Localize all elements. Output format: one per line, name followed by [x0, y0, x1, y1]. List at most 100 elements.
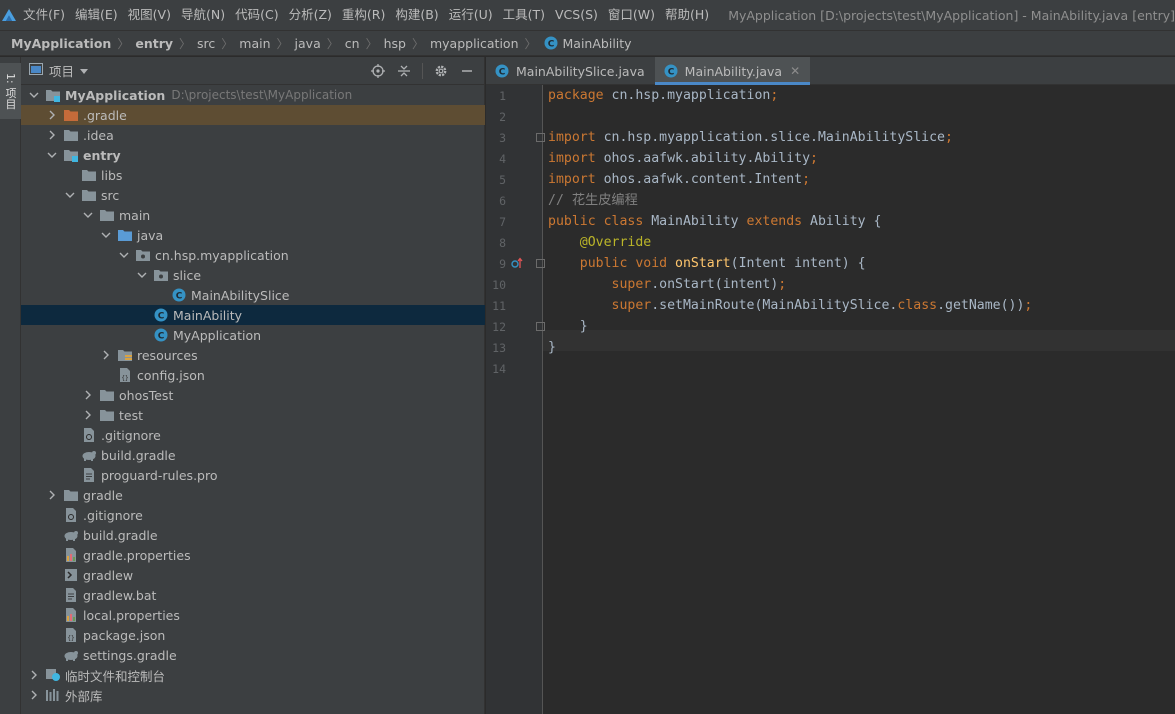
chevron-right-icon[interactable]: [45, 485, 59, 505]
menu-item[interactable]: 分析(Z): [284, 0, 337, 30]
tree-item[interactable]: build.gradle: [21, 525, 485, 545]
app-logo-icon: [0, 0, 18, 30]
tree-item[interactable]: gradle.properties: [21, 545, 485, 565]
breadcrumb-item[interactable]: hsp: [384, 36, 406, 51]
line-number: 4: [499, 152, 506, 166]
tree-item[interactable]: libs: [21, 165, 485, 185]
svg-text:C: C: [547, 40, 554, 50]
breadcrumb-item[interactable]: src: [197, 36, 215, 51]
chevron-right-icon[interactable]: [99, 345, 113, 365]
line-number: 7: [499, 215, 506, 229]
code-token: onStart: [675, 256, 731, 271]
chevron-down-icon[interactable]: [63, 185, 77, 205]
menu-item[interactable]: VCS(S): [550, 0, 603, 30]
tree-item[interactable]: .gradle: [21, 105, 485, 125]
close-icon[interactable]: ✕: [790, 64, 800, 78]
code-token: public void: [579, 256, 676, 271]
breadcrumb-item[interactable]: myapplication: [430, 36, 519, 51]
tree-item-label: gradlew: [83, 567, 134, 583]
tree-item-label: slice: [173, 267, 202, 283]
menu-item[interactable]: 重构(R): [337, 0, 390, 30]
menu-item[interactable]: 运行(U): [444, 0, 498, 30]
editor-tab[interactable]: C MainAbility.java ✕: [654, 57, 811, 85]
tree-item[interactable]: local.properties: [21, 605, 485, 625]
chevron-right-icon[interactable]: [27, 665, 41, 685]
menu-item[interactable]: 导航(N): [176, 0, 230, 30]
chevron-right-icon[interactable]: [81, 405, 95, 425]
menu-item[interactable]: 构建(B): [390, 0, 443, 30]
tree-item[interactable]: gradlew.bat: [21, 585, 485, 605]
breadcrumb-item[interactable]: cn: [345, 36, 360, 51]
tree-item[interactable]: ohosTest: [21, 385, 485, 405]
breadcrumb-item[interactable]: java: [295, 36, 321, 51]
tree-item[interactable]: C MainAbilitySlice: [21, 285, 485, 305]
tree-item[interactable]: main: [21, 205, 485, 225]
chevron-down-icon[interactable]: [117, 245, 131, 265]
tree-item[interactable]: proguard-rules.pro: [21, 465, 485, 485]
breadcrumb-item[interactable]: main: [239, 36, 270, 51]
tree-item[interactable]: MyApplication D:\projects\test\MyApplicat…: [21, 85, 485, 105]
code-token: class: [897, 298, 938, 313]
locate-file-icon[interactable]: [367, 60, 389, 82]
tree-item[interactable]: {} package.json: [21, 625, 485, 645]
editor-tab[interactable]: C MainAbilitySlice.java: [486, 57, 655, 85]
tree-item[interactable]: java: [21, 225, 485, 245]
project-tool-window-tab[interactable]: 1: 项目: [0, 63, 21, 119]
folder-icon: [81, 187, 97, 203]
collapse-all-icon[interactable]: [393, 60, 415, 82]
tree-item[interactable]: resources: [21, 345, 485, 365]
menu-item[interactable]: 文件(F): [18, 0, 70, 30]
tree-item[interactable]: src: [21, 185, 485, 205]
svg-text:C: C: [158, 312, 165, 322]
tree-item[interactable]: slice: [21, 265, 485, 285]
tree-item-label: build.gradle: [83, 527, 158, 543]
hide-panel-icon[interactable]: [456, 60, 478, 82]
tree-item[interactable]: C MyApplication: [21, 325, 485, 345]
chevron-down-icon[interactable]: [135, 265, 149, 285]
menu-item[interactable]: 帮助(H): [660, 0, 714, 30]
breadcrumb-item[interactable]: MainAbility: [563, 36, 632, 51]
tree-item[interactable]: {} config.json: [21, 365, 485, 385]
breadcrumb-item[interactable]: MyApplication: [11, 36, 111, 51]
chevron-right-icon[interactable]: [45, 125, 59, 145]
tree-item[interactable]: settings.gradle: [21, 645, 485, 665]
menu-item[interactable]: 代码(C): [230, 0, 283, 30]
tree-item[interactable]: C MainAbility: [21, 305, 485, 325]
menu-item[interactable]: 窗口(W): [603, 0, 660, 30]
chevron-down-icon[interactable]: [81, 205, 95, 225]
gear-icon[interactable]: [430, 60, 452, 82]
tree-item[interactable]: .gitignore: [21, 425, 485, 445]
tree-item[interactable]: .idea: [21, 125, 485, 145]
tree-item[interactable]: 外部库: [21, 685, 485, 705]
code-token: cn.hsp.myapplication.slice.MainAbilitySl…: [603, 130, 945, 145]
chevron-right-icon[interactable]: [27, 685, 41, 705]
override-marker-icon[interactable]: [511, 257, 523, 273]
tree-item[interactable]: cn.hsp.myapplication: [21, 245, 485, 265]
folder-icon: [99, 407, 115, 423]
tree-item[interactable]: entry: [21, 145, 485, 165]
chevron-down-icon[interactable]: [27, 85, 41, 105]
folder-icon: [99, 207, 115, 223]
menu-item[interactable]: 视图(V): [123, 0, 176, 30]
menu-item[interactable]: 编辑(E): [70, 0, 123, 30]
tree-item[interactable]: gradlew: [21, 565, 485, 585]
chevron-right-icon[interactable]: [45, 105, 59, 125]
menu-item[interactable]: 工具(T): [498, 0, 550, 30]
module-folder-icon: [63, 147, 79, 163]
chevron-right-icon[interactable]: [81, 385, 95, 405]
tree-item[interactable]: 临时文件和控制台: [21, 665, 485, 685]
tree-item[interactable]: .gitignore: [21, 505, 485, 525]
view-dropdown-chevron-icon[interactable]: [80, 63, 89, 78]
chevron-down-icon[interactable]: [99, 225, 113, 245]
tree-item[interactable]: gradle: [21, 485, 485, 505]
breadcrumb-item[interactable]: entry: [135, 36, 173, 51]
gitignore-file-icon: [63, 507, 79, 523]
chevron-down-icon[interactable]: [45, 145, 59, 165]
code-area[interactable]: package cn.hsp.myapplication; import cn.h…: [544, 85, 1175, 714]
tree-item[interactable]: test: [21, 405, 485, 425]
tree-item[interactable]: build.gradle: [21, 445, 485, 465]
